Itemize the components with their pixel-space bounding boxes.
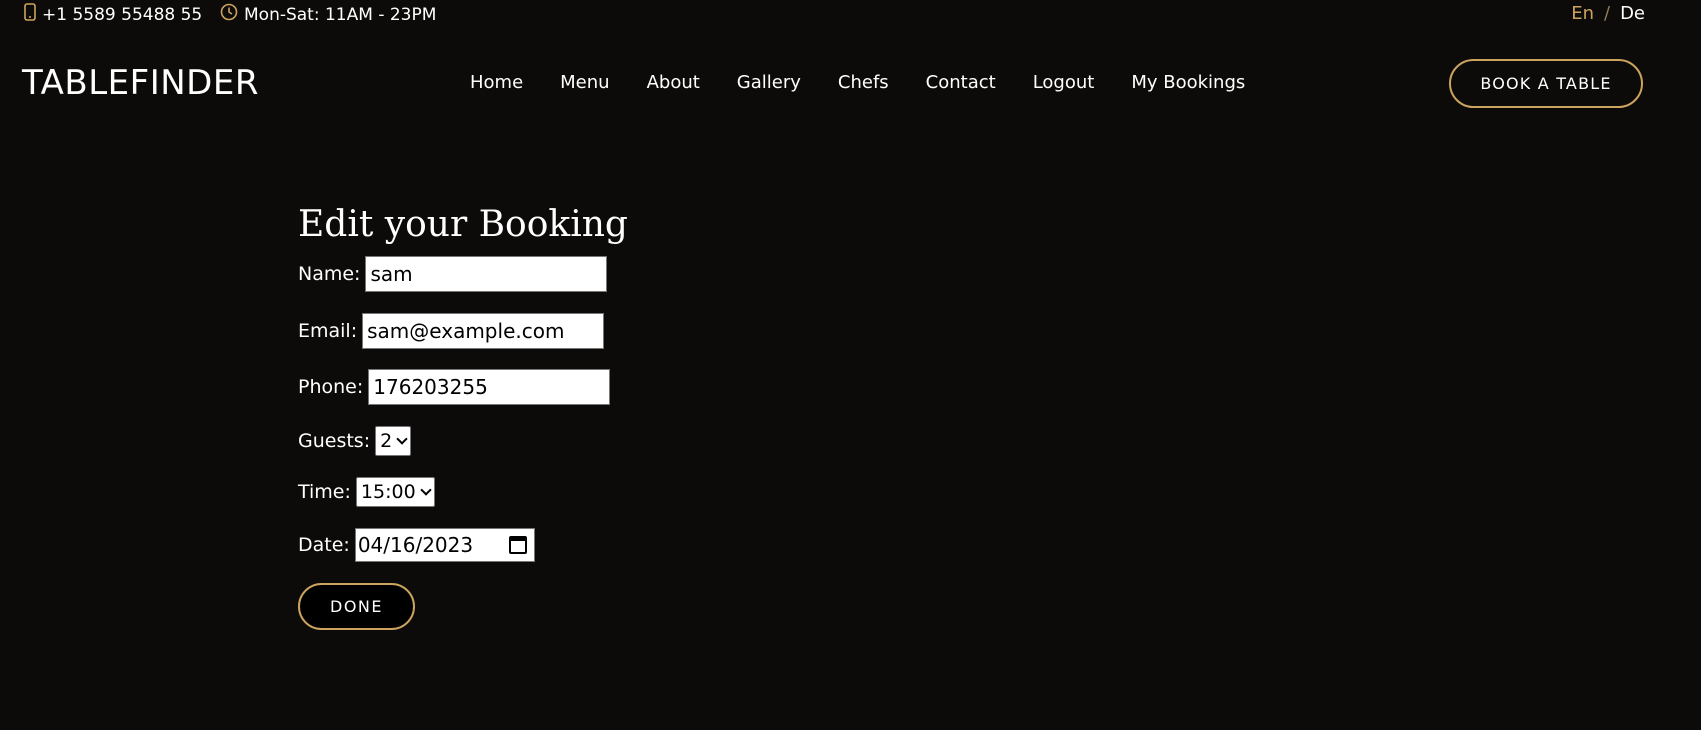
time-select[interactable]: 15:00 (355, 477, 435, 507)
header: TABLEFINDER Home Menu About Gallery Chef… (0, 50, 1701, 118)
time-label: Time: (298, 481, 351, 503)
opening-hours: Mon-Sat: 11AM - 23PM (220, 3, 436, 26)
nav-my-bookings[interactable]: My Bookings (1131, 72, 1245, 93)
name-label: Name: (298, 263, 361, 285)
nav-gallery[interactable]: Gallery (737, 72, 801, 93)
nav-logout[interactable]: Logout (1033, 72, 1095, 93)
name-row: Name: sam (298, 256, 608, 292)
guests-value: 2 (380, 430, 393, 452)
edit-booking-form: Edit your Booking Name: sam Email: sam@e… (298, 202, 798, 630)
date-row: Date: 04/16/2023 (298, 528, 535, 562)
chevron-down-icon (396, 432, 408, 445)
nav-menu[interactable]: Menu (560, 72, 609, 93)
phone-number: +1 5589 55488 55 (42, 4, 203, 25)
site-logo[interactable]: TABLEFINDER (22, 63, 259, 103)
guests-row: Guests: 2 (298, 426, 412, 456)
guests-label: Guests: (298, 430, 371, 452)
book-a-table-button[interactable]: BOOK A TABLE (1449, 59, 1643, 108)
date-value: 04/16/2023 (357, 533, 474, 557)
nav-chefs[interactable]: Chefs (838, 72, 889, 93)
phone-icon (24, 3, 36, 26)
guests-select[interactable]: 2 (375, 426, 412, 456)
nav-about[interactable]: About (647, 72, 700, 93)
chevron-down-icon (420, 483, 432, 496)
email-input[interactable]: sam@example.com (362, 313, 605, 349)
name-input[interactable]: sam (365, 256, 608, 292)
date-input[interactable]: 04/16/2023 (354, 528, 535, 562)
top-bar: +1 5589 55488 55 Mon-Sat: 11AM - 23PM En… (0, 0, 1701, 28)
email-row: Email: sam@example.com (298, 313, 605, 349)
lang-en-link[interactable]: En (1571, 3, 1594, 24)
phone-input[interactable]: 176203255 (368, 369, 611, 405)
nav-contact[interactable]: Contact (926, 72, 996, 93)
time-value: 15:00 (360, 481, 416, 503)
lang-de-link[interactable]: De (1620, 3, 1645, 24)
phone-row: Phone: 176203255 (298, 369, 611, 405)
contact-phone: +1 5589 55488 55 (24, 3, 202, 26)
clock-icon (220, 3, 238, 26)
email-label: Email: (298, 320, 358, 342)
calendar-icon[interactable] (508, 536, 527, 554)
hours-text: Mon-Sat: 11AM - 23PM (244, 4, 437, 25)
date-label: Date: (298, 534, 350, 556)
phone-label: Phone: (298, 376, 364, 398)
page-title: Edit your Booking (298, 204, 628, 245)
language-switcher: En / De (1571, 3, 1645, 24)
lang-separator: / (1603, 3, 1611, 24)
time-row: Time: 15:00 (298, 477, 435, 507)
nav-home[interactable]: Home (470, 72, 523, 93)
main-nav: Home Menu About Gallery Chefs Contact Lo… (470, 72, 1245, 93)
done-button[interactable]: DONE (298, 583, 415, 630)
